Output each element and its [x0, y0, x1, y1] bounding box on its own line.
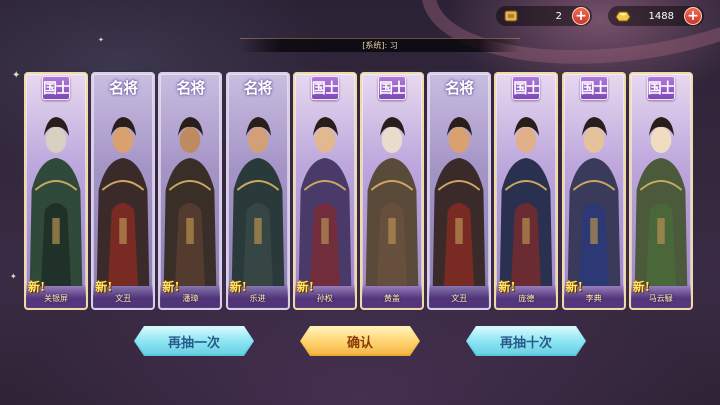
resource-scroll-counter: 2 +	[496, 6, 592, 26]
tier-badge: 名将	[243, 78, 273, 97]
tier-badge: 名将	[176, 78, 205, 97]
sparkle-icon: ✦	[10, 272, 17, 281]
hero-name: 文丑	[115, 294, 132, 303]
hero-portrait	[564, 100, 624, 286]
hero-portrait	[295, 100, 355, 286]
tier-badge: 国士	[310, 76, 339, 100]
hero-portrait	[160, 100, 220, 286]
hero-portrait	[429, 100, 489, 286]
draw-once-button[interactable]: 再抽一次	[134, 326, 254, 356]
tier-badge: 国士	[646, 76, 675, 100]
hero-name: 孙权	[316, 294, 333, 303]
scroll-token-icon	[504, 10, 518, 22]
hero-card[interactable]: 名将 新! 乐进	[225, 72, 290, 310]
hero-card[interactable]: 国士 黄盖	[360, 72, 424, 310]
confirm-label: 确认	[346, 335, 373, 351]
add-scroll-button[interactable]: +	[572, 7, 590, 25]
hero-portrait	[362, 100, 422, 286]
hero-card[interactable]: 国士 新! 李典	[561, 72, 626, 310]
tier-badge: 名将	[109, 78, 138, 97]
hero-name: 潘璋	[182, 294, 199, 303]
sparkle-icon: ✦	[12, 70, 21, 81]
sparkle-icon: ✦	[98, 36, 104, 44]
hero-card[interactable]: 名将 新! 潘璋	[158, 72, 223, 310]
gold-count: 1488	[648, 10, 674, 22]
draw-once-label: 再抽一次	[167, 335, 220, 351]
tier-badge: 国士	[378, 76, 406, 100]
hero-name: 黄盖	[384, 294, 400, 303]
tier-badge: 国士	[42, 76, 70, 100]
hero-name: 李典	[585, 294, 602, 303]
hero-portrait	[631, 100, 691, 286]
hero-portrait	[93, 100, 153, 286]
gold-ingot-icon	[615, 11, 631, 22]
tier-badge: 国士	[512, 76, 541, 100]
scroll-count: 2	[555, 10, 562, 22]
draw-ten-label: 再抽十次	[499, 335, 552, 351]
draw-results: 国士 新! 关银屏 名将 新! 文丑 名将 新! 潘璋 名将 新! 乐进 国士 新! 孙权 国士 黄盖 名将 文丑国…	[24, 72, 696, 312]
hero-card[interactable]: 国士 新! 马云騄	[628, 72, 693, 310]
hero-name: 庞德	[518, 294, 535, 303]
hero-name: 马云騄	[648, 294, 673, 303]
hero-card[interactable]: 国士 新! 关银屏	[24, 72, 88, 310]
system-announcement: [系统]: 习	[240, 38, 520, 52]
resource-gold-counter: 1488 +	[608, 6, 704, 26]
hero-card[interactable]: 名将 文丑	[427, 72, 492, 310]
hero-name: 文丑	[451, 294, 468, 303]
add-gold-button[interactable]: +	[684, 7, 702, 25]
hero-name: 乐进	[249, 294, 266, 303]
hero-portrait	[26, 100, 86, 286]
hero-portrait	[496, 100, 556, 286]
confirm-button[interactable]: 确认	[300, 326, 420, 356]
hero-name: 关银屏	[44, 294, 68, 303]
draw-ten-button[interactable]: 再抽十次	[466, 326, 586, 356]
hero-portrait	[228, 100, 288, 286]
tier-badge: 国士	[579, 76, 608, 100]
tier-badge: 名将	[445, 78, 474, 97]
hero-card[interactable]: 名将 新! 文丑	[91, 72, 156, 310]
hero-card[interactable]: 国士 新! 孙权	[292, 72, 357, 310]
hero-card[interactable]: 国士 新! 庞德	[494, 72, 559, 310]
